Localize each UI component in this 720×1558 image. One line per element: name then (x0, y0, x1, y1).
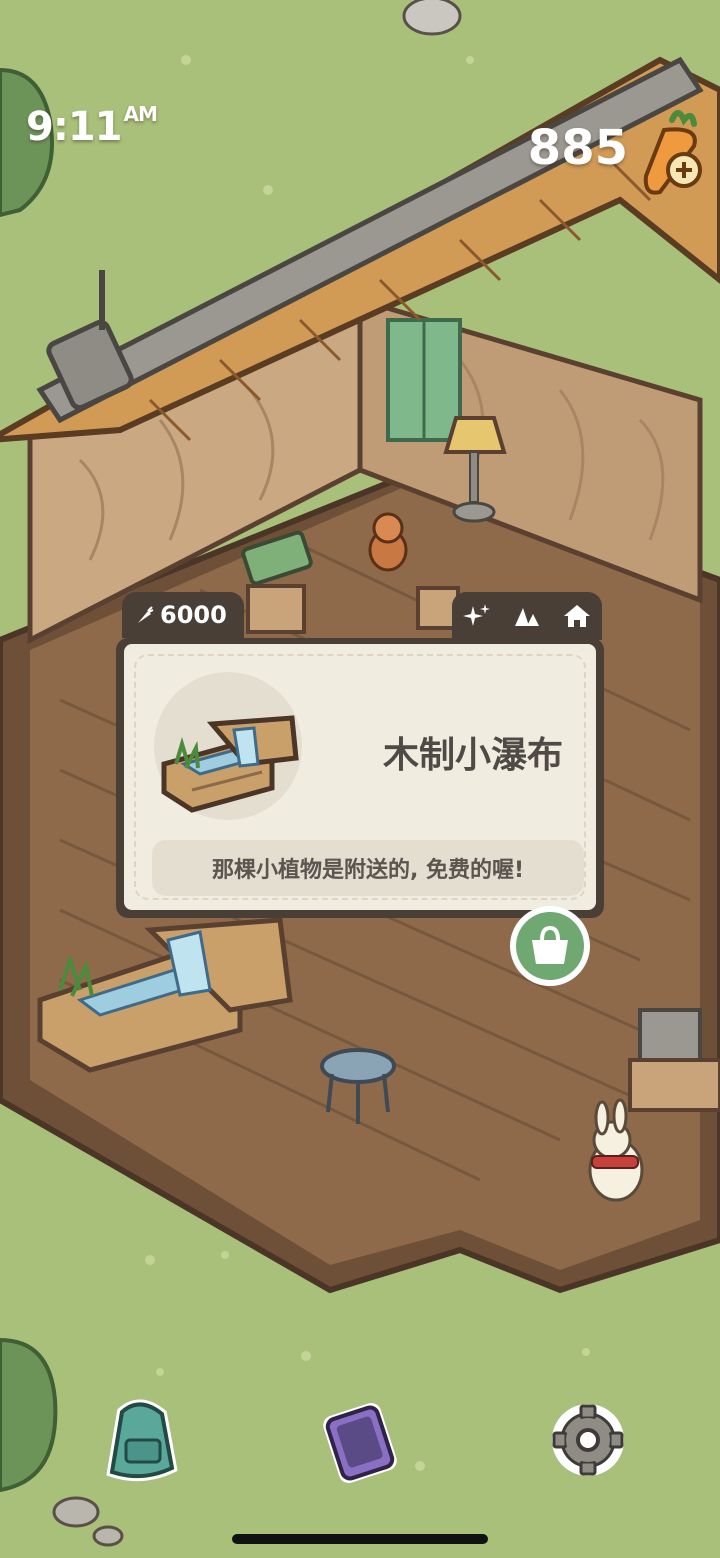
home-indicator[interactable] (232, 1534, 488, 1544)
waterfall-thumbnail-icon (161, 715, 299, 813)
gear-icon (552, 1404, 624, 1476)
house-icon (564, 605, 590, 627)
item-name: 木制小瀑布 (382, 735, 563, 776)
backpack-button[interactable] (92, 1390, 188, 1486)
pebbles (52, 1496, 124, 1547)
item-thumbnail (154, 672, 302, 820)
sparkle-icon (463, 604, 490, 626)
item-description: 那棵小植物是附送的, 免费的喔! (152, 840, 584, 896)
fox-character (368, 512, 408, 572)
carrot-count: 885 (527, 120, 628, 176)
add-carrots-button[interactable] (634, 106, 720, 196)
backpack-icon (106, 1399, 178, 1482)
clock: 9:11 AM (26, 102, 158, 150)
tab-sparkle[interactable] (459, 598, 495, 634)
phone-button[interactable] (312, 1394, 408, 1490)
buy-button[interactable] (510, 906, 590, 986)
carrot-plus-icon (643, 110, 702, 195)
settings-button[interactable] (540, 1392, 636, 1488)
clock-time: 9:11 (26, 104, 122, 150)
price-tag: 6000 (122, 592, 244, 638)
phone-icon (323, 1403, 397, 1483)
item-card-body: 木制小瀑布 那棵小植物是附送的, 免费的喔! (124, 644, 596, 910)
clock-ampm: AM (123, 102, 158, 126)
tab-mountain[interactable] (509, 598, 545, 634)
item-card: 木制小瀑布 那棵小植物是附送的, 免费的喔! (116, 638, 604, 918)
bush-bottom-left (0, 1337, 58, 1493)
buy-button-fill (516, 912, 584, 980)
mountain-icon (515, 608, 539, 626)
shopping-bag-icon (532, 926, 568, 964)
tab-house[interactable] (559, 598, 595, 634)
item-price: 6000 (160, 601, 227, 629)
item-category-tabs (452, 592, 602, 640)
carrot-icon (138, 606, 154, 623)
rock (402, 0, 462, 36)
